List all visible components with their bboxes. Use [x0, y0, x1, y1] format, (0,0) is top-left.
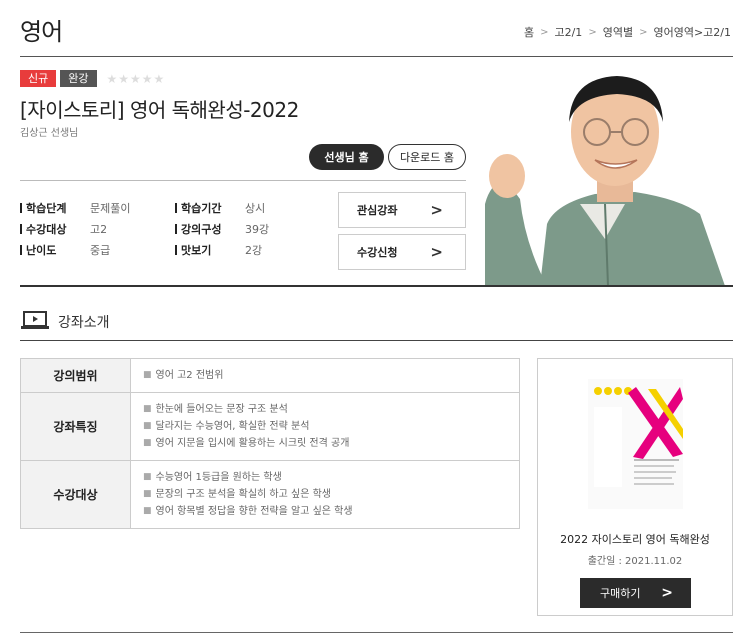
- list-item: 영어 항목별 정답을 향한 전략을 알고 싶은 학생: [155, 506, 353, 517]
- square-bullet-icon: ■: [143, 370, 152, 380]
- list-item: 문장의 구조 분석을 확실히 하고 싶은 학생: [155, 489, 331, 500]
- enroll-label: 수강신청: [357, 246, 398, 259]
- divider: [20, 56, 733, 57]
- divider: [20, 632, 733, 633]
- chevron-right-icon: >: [540, 26, 549, 38]
- list-item: 영어 고2 전범위: [155, 370, 224, 381]
- square-bullet-icon: ■: [143, 404, 152, 414]
- course-info: 학습단계 문제풀이 학습기간 상시 수강대상 고2 강의구성 39강 난이도 중급 맛보기…: [20, 197, 330, 260]
- teacher-photo: [485, 64, 741, 286]
- divider: [20, 180, 466, 181]
- info-label: 학습단계: [20, 200, 90, 216]
- completed-badge: 완강: [60, 70, 97, 87]
- row-content: ■ 영어 고2 전범위: [130, 358, 520, 393]
- chevron-right-icon: >: [639, 26, 648, 38]
- buy-button[interactable]: 구매하기 >: [580, 578, 691, 608]
- row-header: 수강대상: [20, 460, 131, 529]
- chevron-right-icon: >: [661, 585, 673, 601]
- chevron-right-icon: >: [430, 201, 443, 219]
- section-header: 강좌소개: [20, 310, 110, 334]
- info-value-lectures: 39강: [245, 222, 270, 236]
- breadcrumb-area[interactable]: 영역별: [603, 24, 633, 40]
- course-intro-table: 강의범위 ■ 영어 고2 전범위 강좌특징 ■ 한눈에 들어오는 문장 구조 분석 …: [20, 358, 520, 529]
- course-badges: 신규 완강 ★★★★★: [20, 70, 165, 87]
- table-row: 수강대상 ■ 수능영어 1등급을 원하는 학생 ■ 문장의 구조 분석을 확실히 하…: [20, 460, 520, 529]
- breadcrumb: 홈 > 고2/1 > 영역별 > 영어영역>고2/1: [524, 24, 731, 40]
- page-title: 영어: [20, 18, 63, 46]
- info-value-preview: 2강: [245, 243, 263, 257]
- book-card: 2022 자이스토리 영어 독해완성 출간일 : 2021.11.02 구매하기…: [537, 358, 733, 616]
- info-label: 난이도: [20, 242, 90, 258]
- list-item: 한눈에 들어오는 문장 구조 분석: [155, 404, 288, 415]
- square-bullet-icon: ■: [143, 421, 152, 431]
- book-title: 2022 자이스토리 영어 독해완성: [560, 533, 710, 546]
- list-item: 영어 지문을 입시에 활용하는 시크릿 전격 공개: [155, 438, 350, 449]
- square-bullet-icon: ■: [143, 438, 152, 448]
- info-label: 학습기간: [175, 200, 245, 216]
- square-bullet-icon: ■: [143, 489, 152, 499]
- square-bullet-icon: ■: [143, 506, 152, 516]
- info-label: 맛보기: [175, 242, 245, 258]
- table-row: 강좌특징 ■ 한눈에 들어오는 문장 구조 분석 ■ 달라지는 수능영어, 확실한 …: [20, 392, 520, 461]
- teacher-home-button[interactable]: 선생님 홈: [309, 144, 384, 170]
- breadcrumb-home[interactable]: 홈: [524, 24, 534, 40]
- info-value-target: 고2: [90, 222, 108, 236]
- breadcrumb-grade[interactable]: 고2/1: [554, 24, 582, 40]
- breadcrumb-current[interactable]: 영어영역>고2/1: [653, 24, 731, 40]
- list-item: 수능영어 1등급을 원하는 학생: [155, 472, 282, 483]
- book-publish-date: 출간일 : 2021.11.02: [587, 556, 683, 567]
- divider: [20, 285, 733, 287]
- chevron-right-icon: >: [588, 26, 597, 38]
- info-value-period: 상시: [245, 201, 266, 215]
- divider: [20, 340, 733, 341]
- info-value-level: 중급: [90, 243, 111, 257]
- row-content: ■ 한눈에 들어오는 문장 구조 분석 ■ 달라지는 수능영어, 확실한 전략 분석…: [130, 392, 520, 461]
- info-value-stage: 문제풀이: [90, 201, 131, 215]
- rating-stars-icon: ★★★★★: [106, 71, 166, 86]
- wishlist-button[interactable]: 관심강좌 >: [338, 192, 466, 228]
- row-header: 강좌특징: [20, 392, 131, 461]
- teacher-name: 김상근 선생님: [20, 128, 79, 139]
- row-header: 강의범위: [20, 358, 131, 393]
- course-title: [자이스토리] 영어 독해완성-2022: [20, 98, 299, 122]
- laptop-video-icon: [20, 310, 50, 334]
- wishlist-label: 관심강좌: [357, 204, 398, 217]
- enroll-button[interactable]: 수강신청 >: [338, 234, 466, 270]
- buy-label: 구매하기: [600, 587, 641, 600]
- new-badge: 신규: [20, 70, 57, 87]
- download-home-button[interactable]: 다운로드 홈: [388, 144, 466, 170]
- square-bullet-icon: ■: [143, 472, 152, 482]
- info-label: 강의구성: [175, 221, 245, 237]
- list-item: 달라지는 수능영어, 확실한 전략 분석: [155, 421, 310, 432]
- info-label: 수강대상: [20, 221, 90, 237]
- table-row: 강의범위 ■ 영어 고2 전범위: [20, 358, 520, 393]
- chevron-right-icon: >: [430, 243, 443, 261]
- row-content: ■ 수능영어 1등급을 원하는 학생 ■ 문장의 구조 분석을 확실히 하고 싶은 …: [130, 460, 520, 529]
- book-cover-image[interactable]: [588, 379, 683, 509]
- section-title: 강좌소개: [58, 315, 110, 331]
